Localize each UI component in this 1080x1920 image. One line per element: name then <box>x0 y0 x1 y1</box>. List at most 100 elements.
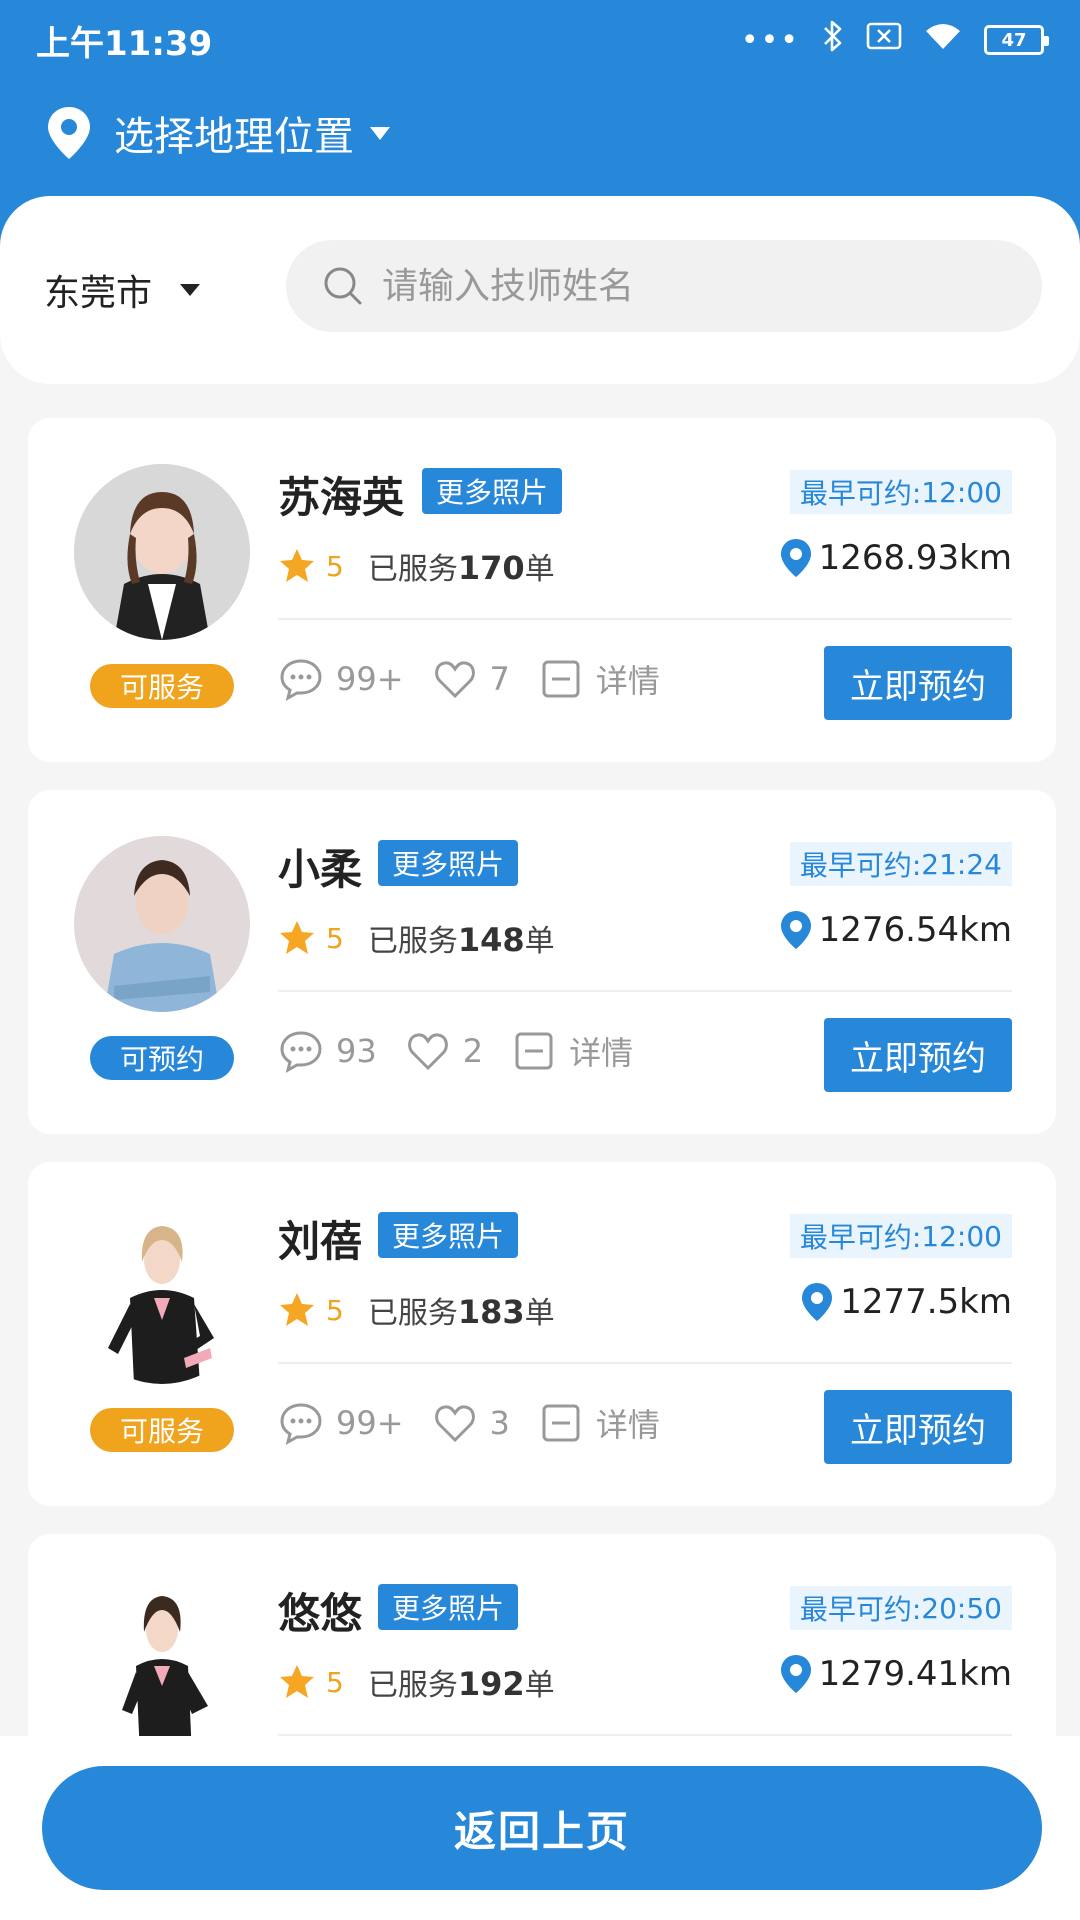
detail-link[interactable]: 详情 <box>596 1400 660 1446</box>
earliest-time-badge: 最早可约: 21:24 <box>789 842 1012 886</box>
book-now-button[interactable]: 立即预约 <box>824 1018 1012 1092</box>
technician-name: 苏海英 <box>278 473 405 522</box>
technician-card[interactable]: 可服务 刘蓓 更多照片 最早可约: 12:00 5 已服务183单 1277.5k… <box>28 1162 1056 1506</box>
rating-row: 5 已服务148单 <box>278 916 555 960</box>
search-box[interactable] <box>286 240 1042 332</box>
location-pin-icon <box>780 911 811 949</box>
location-pin-icon <box>780 1655 811 1693</box>
distance: 1268.93km <box>779 538 1012 578</box>
rating-row: 5 已服务192单 <box>278 1660 555 1704</box>
sim-disabled-icon <box>866 21 902 59</box>
comment-icon <box>280 1403 322 1445</box>
served-count: 已服务183单 <box>367 1293 555 1331</box>
meta-row: 99+ 7 详情 <box>278 656 688 702</box>
city-name: 东莞市 <box>44 273 153 314</box>
divider <box>278 1362 1012 1364</box>
location-pin-icon <box>780 539 811 577</box>
comment-count: 99+ <box>336 1404 404 1442</box>
star-icon <box>280 1665 314 1698</box>
technician-card[interactable]: 可预约 小柔 更多照片 最早可约: 21:24 5 已服务148单 1276.54… <box>28 790 1056 1134</box>
book-now-button[interactable]: 立即预约 <box>824 1390 1012 1464</box>
divider <box>278 990 1012 992</box>
avatar[interactable] <box>74 464 250 640</box>
earliest-time-badge: 最早可约: 12:00 <box>789 1214 1012 1258</box>
wifi-icon <box>924 21 962 59</box>
chevron-down-icon <box>370 126 390 140</box>
detail-link[interactable]: 详情 <box>596 656 660 702</box>
location-title: 选择地理位置 <box>114 114 354 160</box>
more-photos-button[interactable]: 更多照片 <box>422 468 563 514</box>
comment-icon <box>280 1031 322 1073</box>
avatar-photo <box>74 1580 250 1756</box>
technician-name: 刘蓓 <box>278 1217 363 1266</box>
avatar-photo <box>74 1208 250 1384</box>
status-time: 上午11:39 <box>36 23 213 64</box>
heart-icon[interactable] <box>432 1400 478 1446</box>
status-badge: 可预约 <box>90 1036 234 1080</box>
more-photos-button[interactable]: 更多照片 <box>378 840 519 886</box>
rating-value: 5 <box>326 1665 344 1699</box>
detail-link[interactable]: 详情 <box>569 1028 633 1074</box>
served-count: 已服务148单 <box>367 921 555 959</box>
avatar-photo <box>74 836 250 1012</box>
distance-value: 1279.41km <box>818 1654 1012 1694</box>
rating-row: 5 已服务170单 <box>278 544 555 588</box>
avatar[interactable] <box>74 836 250 1012</box>
meta-row: 93 2 详情 <box>278 1028 661 1074</box>
like-count: 2 <box>462 1032 484 1070</box>
more-photos-button[interactable]: 更多照片 <box>378 1212 519 1258</box>
status-icons: ••• 47 <box>740 19 1049 61</box>
avatar[interactable] <box>74 1208 250 1384</box>
comment-count: 99+ <box>336 660 404 698</box>
earliest-time-badge: 最早可约: 20:50 <box>789 1586 1012 1630</box>
status-badge: 可服务 <box>90 664 234 708</box>
technician-card[interactable]: 可服务 苏海英 更多照片 最早可约: 12:00 5 已服务170单 1268.9… <box>28 418 1056 762</box>
served-count: 已服务192单 <box>367 1665 555 1703</box>
city-dropdown[interactable]: 东莞市 <box>44 264 244 316</box>
distance-value: 1276.54km <box>818 910 1012 950</box>
distance: 1276.54km <box>779 910 1012 950</box>
location-pin-icon <box>48 107 90 159</box>
technician-name: 小柔 <box>278 845 363 894</box>
chevron-down-icon <box>180 284 201 296</box>
detail-icon[interactable] <box>538 1400 584 1446</box>
bluetooth-icon <box>822 19 844 61</box>
search-input[interactable] <box>382 265 982 307</box>
divider <box>278 618 1012 620</box>
distance-value: 1277.5km <box>840 1282 1012 1322</box>
distance: 1279.41km <box>779 1654 1012 1694</box>
avatar[interactable] <box>74 1580 250 1756</box>
comment-count: 93 <box>336 1032 377 1070</box>
earliest-time-badge: 最早可约: 12:00 <box>789 470 1012 514</box>
status-bar: 上午11:39 ••• 47 <box>0 0 1080 80</box>
like-count: 7 <box>489 660 510 698</box>
location-pin-icon <box>802 1283 833 1321</box>
status-badge: 可服务 <box>90 1408 234 1452</box>
star-icon <box>280 1293 314 1326</box>
more-photos-button[interactable]: 更多照片 <box>378 1584 519 1630</box>
rating-row: 5 已服务183单 <box>278 1288 555 1332</box>
like-count: 3 <box>489 1404 510 1442</box>
search-icon <box>324 267 362 305</box>
detail-icon[interactable] <box>538 656 584 702</box>
served-count: 已服务170单 <box>367 549 555 587</box>
more-dots-icon: ••• <box>740 22 800 58</box>
heart-icon[interactable] <box>405 1028 451 1074</box>
bottom-bar: 返回上页 <box>0 1736 1080 1920</box>
location-selector[interactable]: 选择地理位置 <box>44 104 390 162</box>
avatar-photo <box>74 464 250 640</box>
meta-row: 99+ 3 详情 <box>278 1400 688 1446</box>
rating-value: 5 <box>326 549 344 583</box>
back-button[interactable]: 返回上页 <box>42 1766 1042 1890</box>
search-panel: 东莞市 <box>0 196 1080 384</box>
rating-value: 5 <box>326 921 344 955</box>
distance: 1277.5km <box>800 1282 1012 1322</box>
technician-name: 悠悠 <box>278 1589 363 1638</box>
battery-icon: 47 <box>984 25 1049 55</box>
star-icon <box>280 549 314 582</box>
book-now-button[interactable]: 立即预约 <box>824 646 1012 720</box>
detail-icon[interactable] <box>511 1028 557 1074</box>
heart-icon[interactable] <box>432 656 478 702</box>
distance-value: 1268.93km <box>818 538 1012 578</box>
comment-icon <box>280 659 322 701</box>
